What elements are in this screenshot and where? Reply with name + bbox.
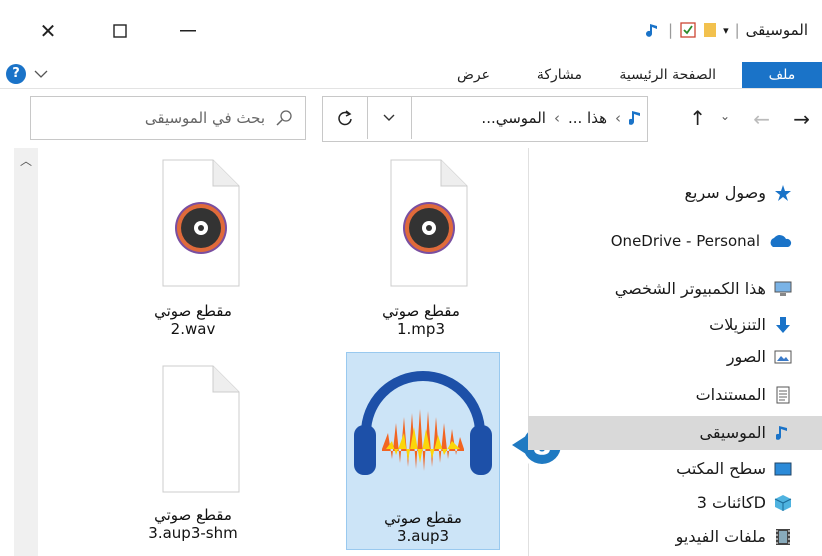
chevron-down-icon	[383, 114, 395, 121]
download-icon	[774, 316, 792, 334]
star-icon	[774, 184, 792, 202]
sidebar-item-downloads[interactable]: التنزيلات	[528, 310, 822, 340]
cloud-icon	[768, 232, 792, 250]
sidebar-item-this-pc[interactable]: هذا الكمبيوتر الشخصي	[528, 274, 822, 304]
back-button[interactable]: →	[793, 107, 810, 131]
close-button[interactable]: ✕	[28, 16, 68, 46]
breadcrumb-this-pc[interactable]: هذا ...	[568, 109, 607, 127]
file-item[interactable]: مقطع صوتي 2.wav	[116, 158, 270, 338]
documents-icon	[774, 386, 792, 404]
music-icon	[646, 22, 657, 37]
file-item[interactable]: مقطع صوتي 1.mp3	[344, 158, 498, 338]
file-item[interactable]: مقطع صوتي 3.aup3-shm	[116, 364, 270, 542]
maximize-button[interactable]	[100, 16, 140, 46]
help-area: ?	[6, 64, 48, 84]
expand-ribbon-icon[interactable]	[34, 69, 48, 79]
search-placeholder: بحث في الموسيقى	[144, 109, 265, 127]
pictures-icon	[774, 348, 792, 366]
blank-file-icon	[162, 365, 240, 493]
vertical-scrollbar[interactable]: ︿	[14, 148, 38, 556]
audio-file-icon	[162, 159, 240, 287]
forward-button[interactable]: ←	[753, 107, 770, 131]
refresh-button[interactable]	[323, 97, 368, 139]
sidebar-item-documents[interactable]: المستندات	[528, 380, 822, 410]
music-icon	[774, 424, 792, 442]
computer-icon	[774, 280, 792, 298]
desktop-icon	[774, 460, 792, 478]
sidebar-item-videos[interactable]: ملفات الفيديو	[528, 522, 822, 552]
audacity-icon	[354, 371, 492, 475]
up-button[interactable]: ↑	[689, 106, 706, 130]
sidebar-item-pictures[interactable]: الصور	[528, 342, 822, 372]
file-item-selected[interactable]: مقطع صوتي 3.aup3	[346, 352, 500, 550]
sidebar-item-music[interactable]: الموسيقى	[528, 418, 822, 448]
window-title: الموسيقى	[745, 21, 808, 39]
address-bar[interactable]: › هذا ... › الموسي...	[322, 96, 648, 142]
tab-home[interactable]: الصفحة الرئيسية	[609, 62, 726, 88]
recent-dropdown-icon[interactable]: ⌄	[720, 109, 730, 123]
sidebar-item-onedrive[interactable]: OneDrive - Personal	[528, 226, 822, 256]
tab-share[interactable]: مشاركة	[527, 62, 592, 88]
tab-view[interactable]: عرض	[447, 62, 500, 88]
refresh-icon	[338, 110, 352, 126]
qat-dropdown-icon[interactable]: ▾	[723, 24, 729, 37]
tab-file[interactable]: ملف	[742, 62, 822, 88]
maximize-icon	[113, 24, 127, 38]
address-dropdown-button[interactable]	[367, 97, 412, 139]
minimize-button[interactable]	[168, 16, 208, 46]
video-icon	[774, 528, 792, 546]
scroll-up-icon[interactable]: ︿	[14, 148, 38, 169]
sidebar-item-quick-access[interactable]: وصول سريع	[528, 178, 822, 208]
title-area: | ▾ | الموسيقى	[646, 20, 808, 40]
minimize-icon	[180, 30, 196, 32]
properties-icon[interactable]	[679, 21, 697, 39]
music-icon	[629, 110, 640, 125]
cube-icon	[774, 494, 792, 512]
search-input[interactable]: بحث في الموسيقى	[30, 96, 306, 140]
breadcrumb-music[interactable]: الموسي...	[481, 109, 546, 127]
sidebar-item-3d-objects[interactable]: كائنات 3D	[528, 488, 822, 518]
new-folder-icon[interactable]	[703, 21, 717, 39]
help-icon[interactable]: ?	[6, 64, 26, 84]
sidebar-item-desktop[interactable]: سطح المكتب	[528, 454, 822, 484]
search-icon	[276, 110, 292, 126]
audio-file-icon	[390, 159, 468, 287]
